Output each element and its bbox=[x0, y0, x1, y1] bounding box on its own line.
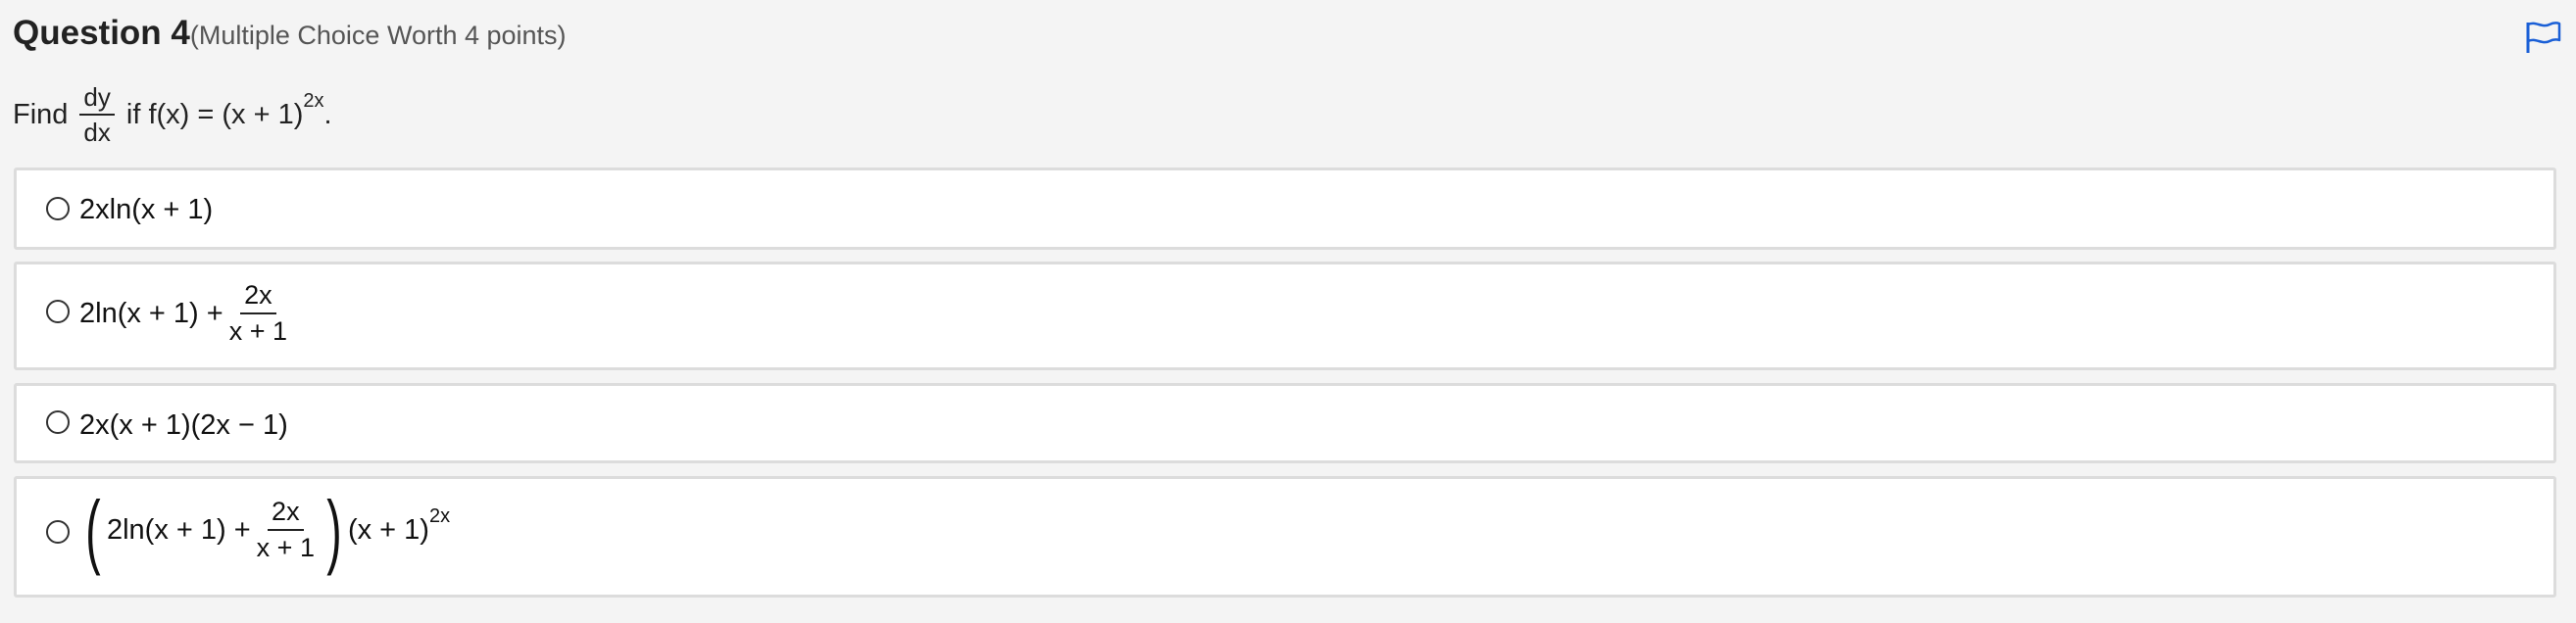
option-text: 2xln(x + 1) bbox=[79, 194, 214, 225]
derivative-fraction: dy dx bbox=[79, 84, 115, 147]
prompt-exponent: 2x bbox=[303, 89, 324, 112]
question-header: Question 4 (Multiple Choice Worth 4 poin… bbox=[13, 14, 567, 53]
answer-option-4[interactable]: ( 2ln(x + 1) + 2x x + 1 ) (x + 1) 2x bbox=[14, 476, 2556, 598]
radio-button[interactable] bbox=[46, 520, 70, 544]
flag-icon[interactable] bbox=[2524, 20, 2563, 55]
radio-button[interactable] bbox=[46, 410, 70, 434]
radio-button[interactable] bbox=[46, 197, 70, 220]
radio-button[interactable] bbox=[46, 300, 70, 323]
option-expression: ( 2ln(x + 1) + 2x x + 1 ) (x + 1) 2x bbox=[79, 489, 450, 571]
fraction-numerator: 2x bbox=[240, 282, 276, 314]
question-prompt: Find dy dx if f(x) = (x + 1) 2x . bbox=[13, 76, 332, 153]
answer-option-3[interactable]: 2x(x + 1)(2x − 1) bbox=[14, 383, 2556, 463]
option-expression: 2ln(x + 1) + 2x x + 1 bbox=[79, 282, 293, 345]
option-lead-term: 2ln(x + 1) + bbox=[106, 513, 251, 546]
prompt-period: . bbox=[323, 98, 332, 130]
option-fraction: 2x x + 1 bbox=[253, 499, 319, 561]
option-tail-term: (x + 1) bbox=[347, 513, 429, 546]
fraction-denominator: x + 1 bbox=[228, 316, 287, 346]
option-fraction: 2x x + 1 bbox=[225, 282, 291, 345]
close-paren: ) bbox=[326, 484, 342, 576]
answer-option-2[interactable]: 2ln(x + 1) + 2x x + 1 bbox=[14, 262, 2556, 370]
option-exponent: 2x bbox=[428, 504, 451, 527]
option-lead-term: 2ln(x + 1) + bbox=[79, 297, 223, 329]
question-points: (Multiple Choice Worth 4 points) bbox=[189, 21, 567, 50]
fraction-numerator: dy bbox=[79, 84, 115, 116]
answer-option-1[interactable]: 2xln(x + 1) bbox=[14, 168, 2556, 250]
open-paren: ( bbox=[85, 484, 101, 576]
prompt-find: Find bbox=[13, 98, 69, 130]
option-text: 2x(x + 1)(2x − 1) bbox=[79, 409, 288, 441]
fraction-denominator: dx bbox=[83, 118, 111, 147]
question-title: Question 4 bbox=[13, 14, 190, 52]
fraction-numerator: 2x bbox=[268, 499, 304, 531]
fraction-denominator: x + 1 bbox=[256, 533, 315, 562]
prompt-function: if f(x) = (x + 1) bbox=[125, 98, 304, 130]
